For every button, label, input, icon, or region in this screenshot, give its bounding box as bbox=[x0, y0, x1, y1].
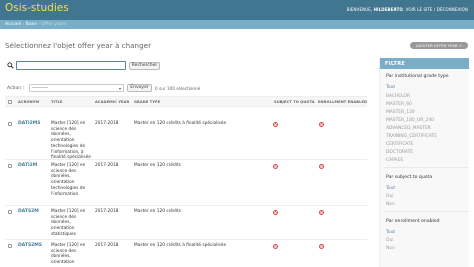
row-title: Master [120] en science des données, ori… bbox=[51, 209, 86, 237]
breadcrumb-separator: › bbox=[38, 22, 40, 27]
plus-icon: + bbox=[458, 43, 462, 48]
table-row: DATS2M Master [120] en science des donné… bbox=[5, 206, 367, 240]
chevron-down-icon: ▾ bbox=[118, 86, 121, 91]
filter-title: FILTRE bbox=[380, 58, 469, 69]
row-acronym-link[interactable]: DATS2MS bbox=[18, 243, 42, 249]
filter-option-master-60[interactable]: MASTER_60 bbox=[386, 102, 412, 107]
filter-heading-enrollment-enabled: Par enrollment enabled bbox=[386, 219, 440, 224]
action-select[interactable]: ---------- ▾ bbox=[29, 84, 124, 92]
row-academic-year: 2017-2018 bbox=[95, 243, 119, 248]
no-icon bbox=[319, 164, 324, 169]
filter-option-master-180-or-240[interactable]: MASTER_180_OR_240 bbox=[386, 118, 434, 123]
filter-option-bachelor[interactable]: BACHELOR bbox=[386, 94, 410, 99]
table-row: DATI2M Master [120] en science des donné… bbox=[5, 160, 367, 206]
filter-option-master-120[interactable]: MASTER_120 bbox=[386, 110, 415, 115]
column-header-subject-to-quota[interactable]: SUBJECT TO QUOTA bbox=[274, 100, 315, 104]
search-icon bbox=[7, 62, 14, 69]
no-icon bbox=[273, 164, 278, 169]
row-checkbox[interactable] bbox=[8, 164, 12, 168]
user-tools: BIENVENUE, HILDEBERTO. VOIR LE SITE / DÉ… bbox=[347, 7, 468, 12]
action-label: Action : bbox=[7, 86, 25, 91]
action-select-value: ---------- bbox=[32, 86, 49, 91]
row-title: Master [120] en science des données, ori… bbox=[51, 243, 86, 266]
row-acronym-link[interactable]: DATI2M bbox=[18, 163, 37, 169]
row-title: Master [120] en science des données, ori… bbox=[51, 121, 91, 161]
row-acronym-link[interactable]: DATI2MS bbox=[18, 121, 40, 127]
user-tools-separator: / bbox=[433, 7, 436, 12]
username: HILDEBERTO bbox=[373, 7, 403, 12]
filter-divider bbox=[384, 167, 468, 168]
breadcrumb: Accueil › Base › Offer years bbox=[0, 20, 474, 29]
filter-option-advanced-master[interactable]: ADVANCED_MASTER bbox=[386, 126, 431, 131]
row-academic-year: 2017-2018 bbox=[95, 121, 119, 126]
breadcrumb-home[interactable]: Accueil bbox=[5, 22, 21, 27]
column-header-grade-type[interactable]: GRADE TYPE bbox=[134, 100, 160, 104]
filter-option-all[interactable]: Tout bbox=[386, 230, 395, 235]
welcome-text: BIENVENUE, bbox=[346, 7, 373, 12]
filter-option-no[interactable]: Non bbox=[386, 202, 395, 207]
selection-counter: 0 sur 100 sélectionné bbox=[155, 86, 201, 91]
filter-divider bbox=[384, 211, 468, 212]
filter-option-doctorate[interactable]: DOCTORATE bbox=[386, 150, 413, 155]
filter-option-all[interactable]: Tout bbox=[386, 85, 395, 90]
filter-option-yes[interactable]: Oui bbox=[386, 238, 393, 243]
filter-option-yes[interactable]: Oui bbox=[386, 194, 393, 199]
search-button[interactable]: Rechercher bbox=[129, 62, 160, 70]
filter-heading-grade-type: Par institutional grade type bbox=[386, 74, 449, 79]
add-offer-year-button[interactable]: AJOUTER OFFER YEAR + bbox=[410, 42, 468, 49]
column-header-academic-year[interactable]: ACADEMIC YEAR bbox=[95, 100, 129, 104]
column-header-enrollment-enabled[interactable]: ENROLLMENT ENABLED bbox=[318, 100, 367, 104]
breadcrumb-separator: › bbox=[22, 22, 25, 27]
column-header-title[interactable]: TITLE bbox=[51, 100, 63, 104]
no-icon bbox=[273, 122, 278, 127]
row-grade-type: Master en 120 crédits à finalité spécial… bbox=[134, 121, 227, 126]
row-academic-year: 2017-2018 bbox=[95, 163, 119, 168]
no-icon bbox=[273, 210, 278, 215]
view-site-link[interactable]: VOIR LE SITE bbox=[406, 7, 433, 12]
row-acronym-link[interactable]: DATS2M bbox=[18, 209, 39, 215]
no-icon bbox=[319, 122, 324, 127]
table-header: ACRONYM TITLE ACADEMIC YEAR GRADE TYPE S… bbox=[5, 96, 367, 107]
page-title: Sélectionnez l'objet offer year à change… bbox=[5, 41, 152, 50]
row-grade-type: Master en 120 crédits bbox=[134, 163, 181, 168]
row-checkbox[interactable] bbox=[8, 122, 12, 126]
row-checkbox[interactable] bbox=[8, 210, 12, 214]
row-title: Master [120] en science des données, ori… bbox=[51, 163, 86, 197]
row-grade-type: Master en 120 crédits à finalité spécial… bbox=[134, 243, 227, 248]
table-row: DATS2MS Master [120] en science des donn… bbox=[5, 240, 367, 267]
table-row: DATI2MS Master [120] en science des donn… bbox=[5, 107, 367, 160]
no-icon bbox=[273, 244, 278, 249]
no-icon bbox=[319, 244, 324, 249]
add-button-label: AJOUTER OFFER YEAR bbox=[415, 43, 458, 48]
filter-option-all[interactable]: Tout bbox=[386, 186, 395, 191]
column-header-acronym[interactable]: ACRONYM bbox=[18, 100, 39, 104]
row-grade-type: Master en 120 crédits bbox=[134, 209, 181, 214]
search-input[interactable] bbox=[16, 61, 126, 70]
logout-link[interactable]: DÉCONNEXION bbox=[437, 7, 468, 12]
filter-heading-subject-to-quota: Par subject to quota bbox=[386, 175, 433, 180]
breadcrumb-current: Offer years bbox=[41, 22, 67, 27]
breadcrumb-app[interactable]: Base bbox=[26, 22, 37, 27]
site-brand[interactable]: Osis-studies bbox=[5, 2, 69, 14]
filter-option-no[interactable]: Non bbox=[386, 246, 395, 251]
header: Osis-studies BIENVENUE, HILDEBERTO. VOIR… bbox=[0, 0, 474, 20]
row-academic-year: 2017-2018 bbox=[95, 209, 119, 214]
row-checkbox[interactable] bbox=[8, 244, 12, 248]
no-icon bbox=[319, 210, 324, 215]
filter-option-capaes[interactable]: CAPAES bbox=[386, 158, 403, 163]
go-button[interactable]: Envoyer bbox=[127, 84, 152, 92]
user-tools-separator: . bbox=[402, 7, 405, 12]
filter-option-certificate[interactable]: CERTIFICATE bbox=[386, 142, 414, 147]
select-all-checkbox[interactable] bbox=[8, 100, 12, 104]
filter-sidebar: FILTRE Par institutional grade type Tout… bbox=[379, 58, 469, 267]
results-table: ACRONYM TITLE ACADEMIC YEAR GRADE TYPE S… bbox=[5, 96, 367, 267]
filter-option-training-certificate[interactable]: TRAINING_CERTIFICATE bbox=[386, 134, 437, 139]
